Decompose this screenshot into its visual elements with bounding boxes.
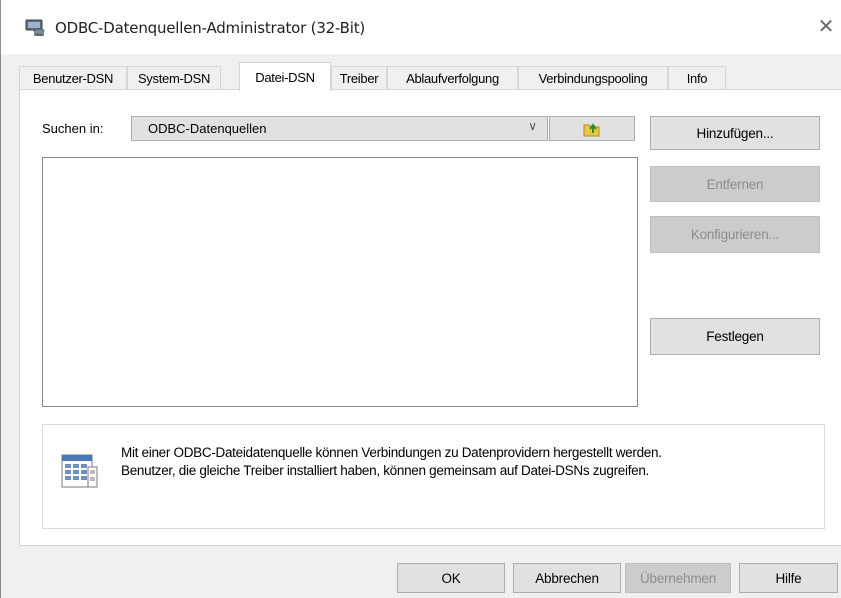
lookin-value: ODBC-Datenquellen: [148, 121, 267, 136]
apply-button[interactable]: Übernehmen: [625, 563, 731, 593]
title-bar[interactable]: ODBC-Datenquellen-Administrator (32-Bit)…: [1, 0, 841, 54]
info-text-line-1: Mit einer ODBC-Dateidatenquelle können V…: [121, 445, 662, 460]
info-box: Mit einer ODBC-Dateidatenquelle können V…: [42, 424, 825, 529]
chevron-down-icon: ∨: [528, 119, 537, 133]
close-button[interactable]: ✕: [810, 8, 841, 44]
set-button[interactable]: Festlegen: [650, 318, 820, 355]
file-dsn-icon: [61, 454, 98, 488]
tab-ablaufverfolgung[interactable]: Ablaufverfolgung: [387, 66, 518, 89]
window-title: ODBC-Datenquellen-Administrator (32-Bit): [55, 19, 366, 37]
cancel-button[interactable]: Abbrechen: [513, 563, 621, 593]
info-text-line-2: Benutzer, die gleiche Treiber installier…: [121, 463, 650, 478]
odbc-app-icon: [25, 19, 45, 36]
tab-datei-dsn[interactable]: Datei-DSN: [239, 62, 331, 91]
tab-benutzer-dsn[interactable]: Benutzer-DSN: [19, 66, 127, 89]
tab-verbindungspooling[interactable]: Verbindungspooling: [518, 66, 668, 89]
tab-treiber[interactable]: Treiber: [331, 66, 387, 89]
ok-button[interactable]: OK: [397, 563, 505, 593]
tab-system-dsn[interactable]: System-DSN: [127, 66, 221, 89]
folder-up-button[interactable]: [549, 116, 635, 141]
folder-up-icon: [583, 122, 600, 136]
remove-button[interactable]: Entfernen: [650, 166, 820, 202]
close-icon: ✕: [817, 15, 835, 38]
odbc-admin-window: ODBC-Datenquellen-Administrator (32-Bit)…: [0, 0, 841, 598]
tab-info[interactable]: Info: [668, 66, 726, 89]
lookin-combobox[interactable]: ODBC-Datenquellen ∨: [131, 116, 548, 141]
help-button[interactable]: Hilfe: [739, 563, 838, 593]
lookin-label: Suchen in:: [42, 121, 104, 136]
file-dsn-list[interactable]: [42, 157, 638, 407]
configure-button[interactable]: Konfigurieren...: [650, 216, 820, 253]
add-button[interactable]: Hinzufügen...: [650, 116, 820, 150]
